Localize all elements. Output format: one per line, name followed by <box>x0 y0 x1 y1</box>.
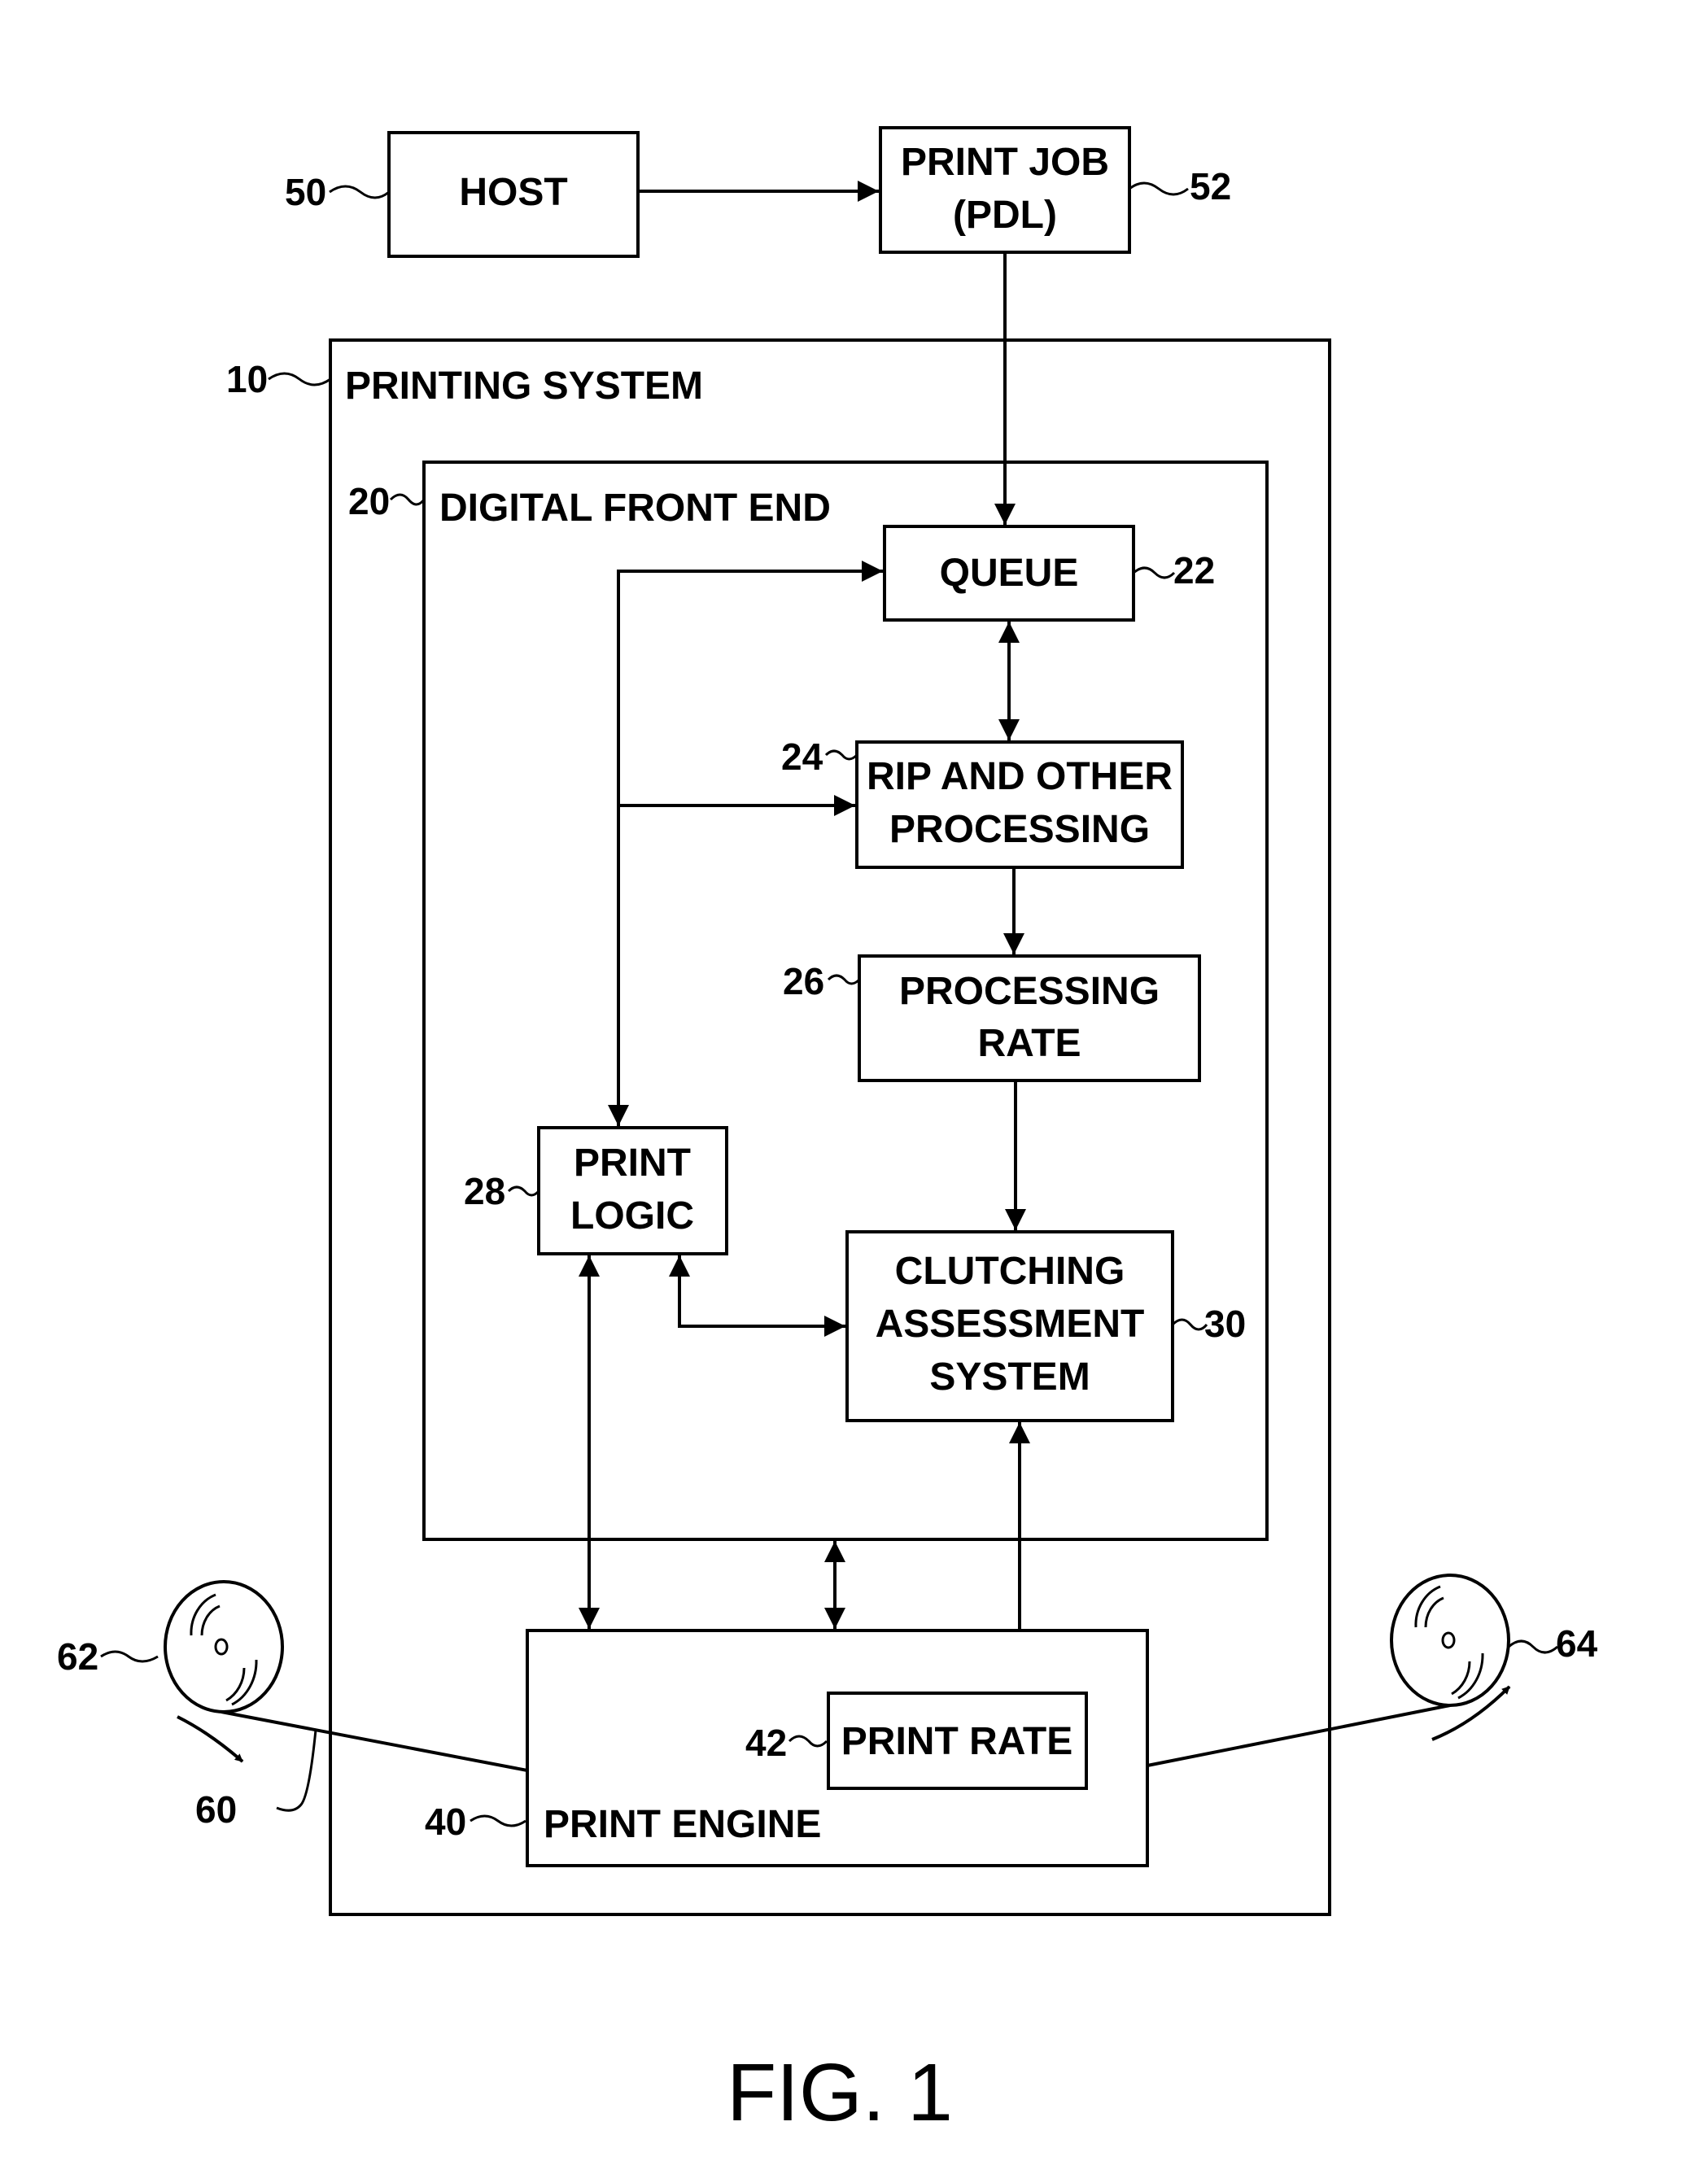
ref-64: 64 <box>1556 1622 1598 1665</box>
leader-20 <box>389 493 426 506</box>
host-block: HOST <box>387 131 640 258</box>
print-job-block: PRINT JOB (PDL) <box>879 126 1131 254</box>
ref-52: 52 <box>1190 165 1231 207</box>
ref-22: 22 <box>1173 549 1215 592</box>
ref-28: 28 <box>464 1170 505 1212</box>
leader-62 <box>100 1650 159 1663</box>
print-rate-label: PRINT RATE <box>841 1720 1072 1763</box>
leader-26 <box>827 974 861 985</box>
rip-block: RIP AND OTHER PROCESSING <box>855 740 1184 869</box>
leader-28 <box>507 1185 540 1197</box>
web-out <box>1147 1704 1451 1767</box>
leader-22 <box>1133 566 1176 579</box>
processing-rate-label-1: PROCESSING <box>899 970 1160 1013</box>
leader-52 <box>1129 181 1189 196</box>
ref-50: 50 <box>285 171 326 213</box>
ref-42: 42 <box>745 1722 787 1764</box>
digital-front-end-title: DIGITAL FRONT END <box>439 487 831 530</box>
supply-roll-icon <box>164 1580 284 1713</box>
diagram: HOST 50 PRINT JOB (PDL) 52 PRINTING SYST… <box>57 126 1598 2138</box>
takeup-roll-icon <box>1390 1574 1510 1707</box>
print-rate-block: PRINT RATE <box>827 1692 1088 1790</box>
print-logic-label-2: LOGIC <box>570 1194 694 1238</box>
clutching-label-1: CLUTCHING <box>895 1250 1125 1293</box>
ref-24: 24 <box>781 736 823 778</box>
clutching-assessment-block: CLUTCHING ASSESSMENT SYSTEM <box>845 1230 1174 1422</box>
ref-60: 60 <box>195 1788 237 1831</box>
processing-rate-label-2: RATE <box>977 1022 1081 1065</box>
ref-26: 26 <box>783 960 824 1002</box>
rip-label-2: PROCESSING <box>889 808 1150 851</box>
leader-30 <box>1171 1318 1208 1331</box>
print-job-label-2: (PDL) <box>953 194 1057 237</box>
ref-62: 62 <box>57 1635 98 1678</box>
ref-30: 30 <box>1204 1303 1246 1345</box>
processing-rate-block: PROCESSING RATE <box>858 954 1201 1082</box>
ref-20: 20 <box>348 480 390 522</box>
web-in <box>221 1710 528 1772</box>
queue-block: QUEUE <box>883 525 1135 622</box>
arrow-print-logic-queue <box>608 561 883 1126</box>
leader-10 <box>268 372 331 386</box>
rip-label-1: RIP AND OTHER <box>867 755 1173 798</box>
ref-10: 10 <box>226 358 268 400</box>
leader-24 <box>824 749 858 761</box>
ref-40: 40 <box>425 1801 466 1843</box>
clutching-label-2: ASSESSMENT <box>876 1303 1145 1346</box>
print-engine-title: PRINT ENGINE <box>544 1803 821 1846</box>
host-label: HOST <box>459 171 567 214</box>
rotation-arrow-62 <box>177 1715 244 1763</box>
print-job-label-1: PRINT JOB <box>901 141 1109 184</box>
print-logic-block: PRINT LOGIC <box>537 1126 728 1255</box>
print-logic-label-1: PRINT <box>574 1142 691 1185</box>
leader-40 <box>470 1814 526 1827</box>
clutching-label-3: SYSTEM <box>929 1355 1090 1399</box>
queue-label: QUEUE <box>940 552 1079 595</box>
leader-64 <box>1508 1639 1558 1654</box>
leader-50 <box>329 185 390 199</box>
leader-60 <box>276 1729 317 1812</box>
arrow-print-logic-clutching <box>669 1255 845 1337</box>
printing-system-title: PRINTING SYSTEM <box>345 365 703 408</box>
figure-caption: FIG. 1 <box>727 2047 953 2138</box>
